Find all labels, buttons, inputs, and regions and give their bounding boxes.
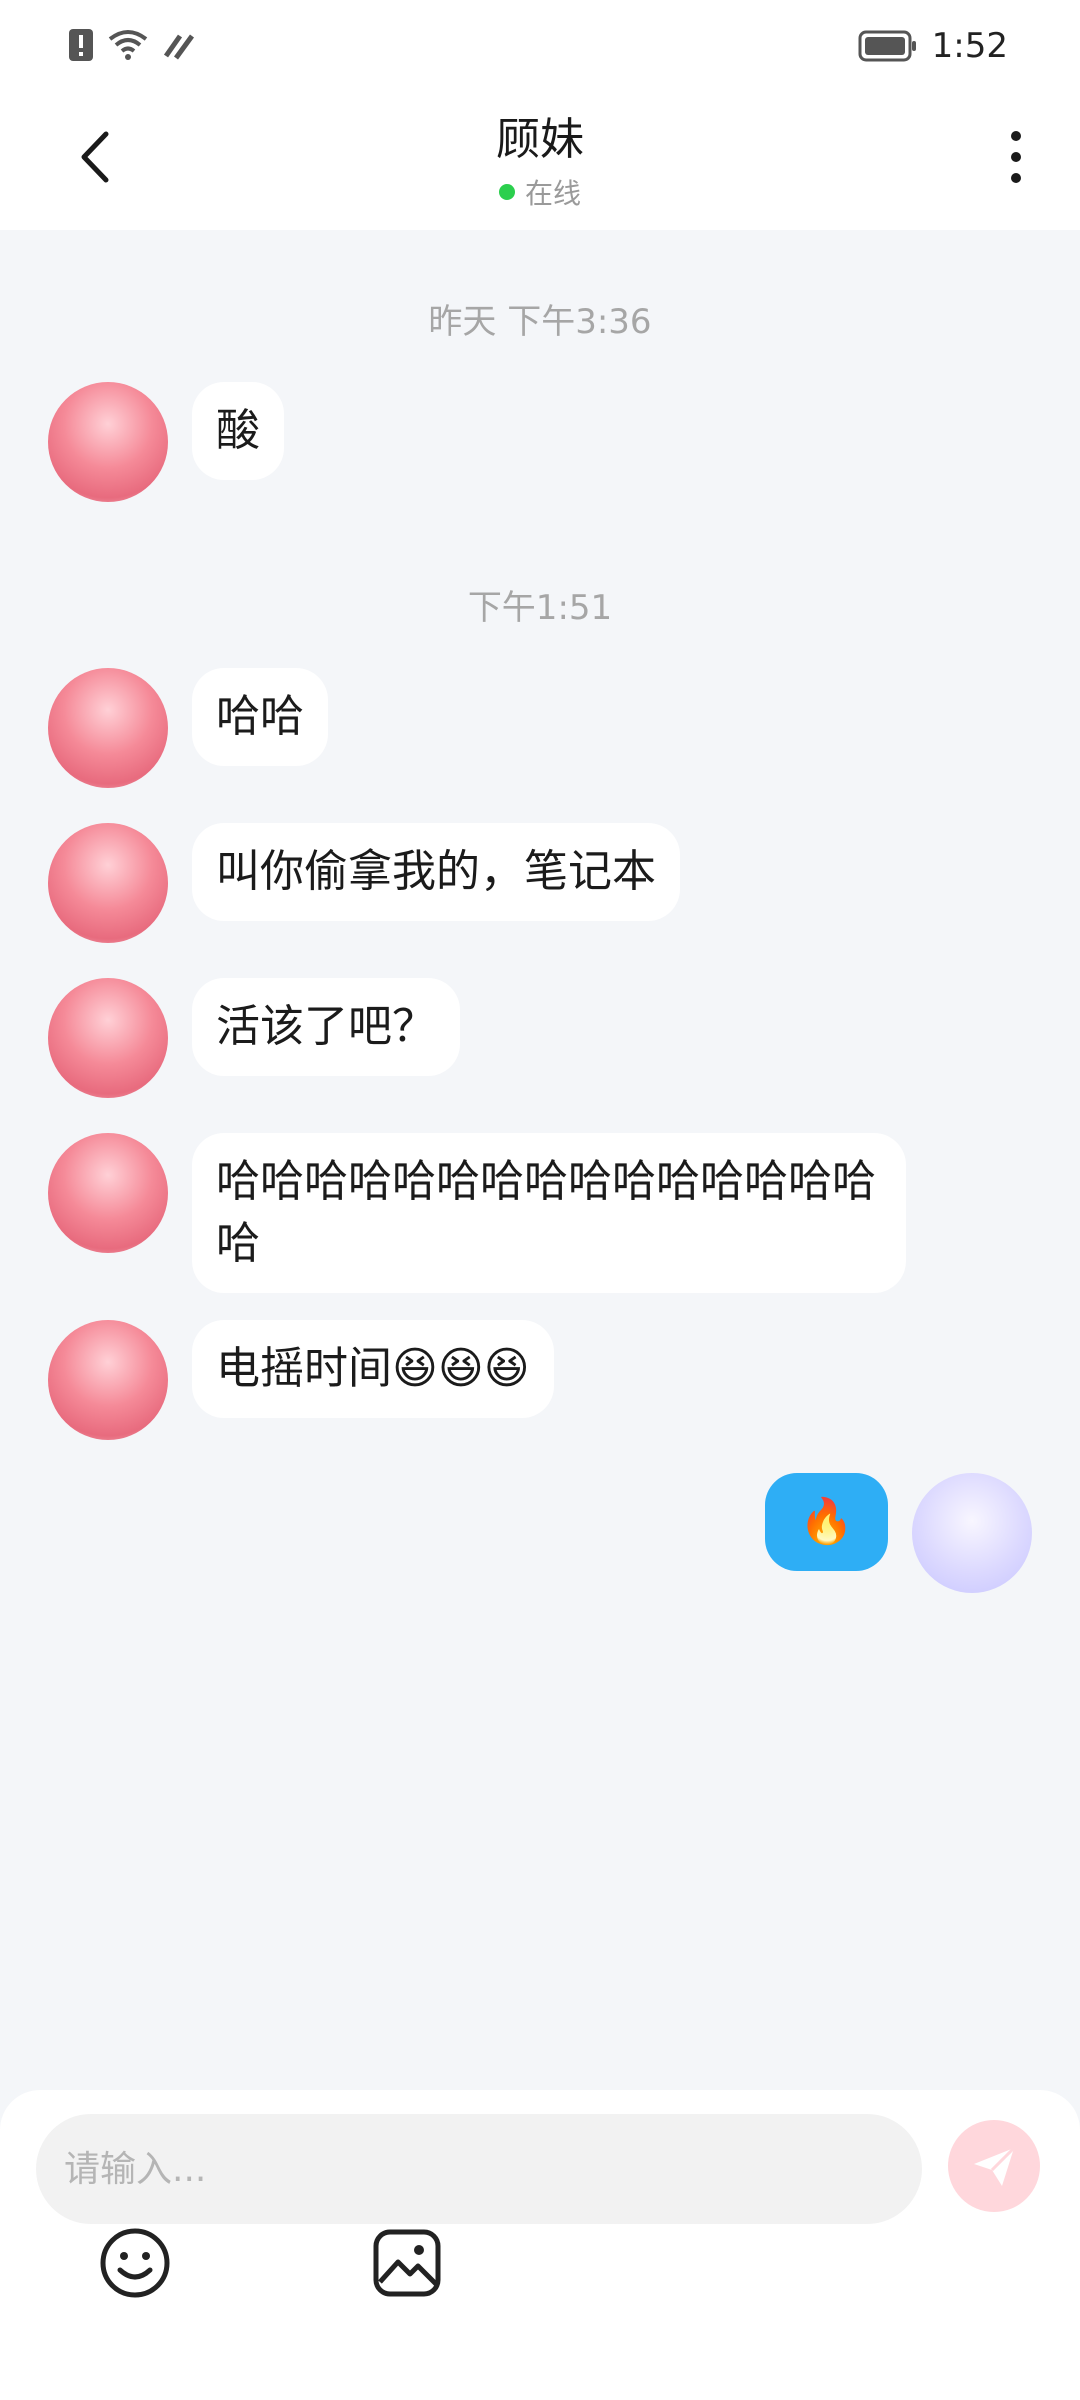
chat-area[interactable]: 昨天 下午3:36 酸 下午1:51 哈哈 叫你偷拿我的，笔记本 活该了吧？ 哈… — [0, 230, 1080, 2090]
avatar[interactable] — [48, 1320, 168, 1440]
emoji-icon — [100, 2228, 170, 2298]
message-4: 活该了吧？ — [48, 978, 460, 1098]
message-3: 叫你偷拿我的，笔记本 — [48, 823, 680, 943]
image-button[interactable] — [370, 2226, 444, 2300]
avatar[interactable] — [48, 382, 168, 502]
message-5: 哈哈哈哈哈哈哈哈哈哈哈哈哈哈哈哈 — [48, 1133, 906, 1293]
image-icon — [373, 2229, 441, 2297]
timestamp-2: 下午1:51 — [467, 588, 613, 628]
message-bubble[interactable]: 哈哈哈哈哈哈哈哈哈哈哈哈哈哈哈哈 — [192, 1133, 906, 1293]
chat-header: 顾妹 在线 — [0, 92, 1080, 230]
wifi-icon — [108, 30, 148, 60]
alert-icon — [69, 29, 93, 61]
message-bubble-self[interactable]: 🔥 — [765, 1473, 888, 1571]
online-status-label: 在线 — [524, 177, 581, 210]
message-7: 🔥 — [765, 1473, 1032, 1593]
message-bubble[interactable]: 叫你偷拿我的，笔记本 — [192, 823, 680, 921]
avatar-self[interactable] — [912, 1473, 1032, 1593]
message-2: 哈哈 — [48, 668, 328, 788]
battery-icon — [858, 30, 916, 62]
avatar[interactable] — [48, 978, 168, 1098]
message-bubble[interactable]: 酸 — [192, 382, 284, 480]
more-vertical-icon — [1011, 131, 1021, 183]
status-time: 1:52 — [931, 26, 1008, 66]
more-button[interactable] — [996, 122, 1036, 192]
avatar[interactable] — [48, 823, 168, 943]
send-icon — [974, 2146, 1016, 2186]
send-button[interactable] — [948, 2120, 1040, 2212]
timestamp-1: 昨天 下午3:36 — [428, 302, 652, 342]
message-bubble[interactable]: 活该了吧？ — [192, 978, 460, 1076]
message-bubble[interactable]: 哈哈 — [192, 668, 328, 766]
message-1: 酸 — [48, 382, 284, 502]
avatar[interactable] — [48, 668, 168, 788]
status-icons-right: 1:52 — [858, 26, 1008, 66]
emoji-button[interactable] — [98, 2226, 172, 2300]
message-bubble[interactable]: 电摇时间😆😆😆 — [192, 1320, 554, 1418]
signal-icon — [163, 34, 195, 60]
status-icons-left — [68, 28, 196, 62]
avatar[interactable] — [48, 1133, 168, 1253]
page-title: 顾妹 — [496, 114, 584, 165]
status-bar: 1:52 — [0, 0, 1080, 92]
message-input[interactable] — [36, 2114, 922, 2224]
message-6: 电摇时间😆😆😆 — [48, 1320, 554, 1440]
title-block: 顾妹 在线 — [0, 110, 1080, 212]
online-dot-icon — [498, 184, 515, 200]
online-status: 在线 — [498, 172, 581, 212]
